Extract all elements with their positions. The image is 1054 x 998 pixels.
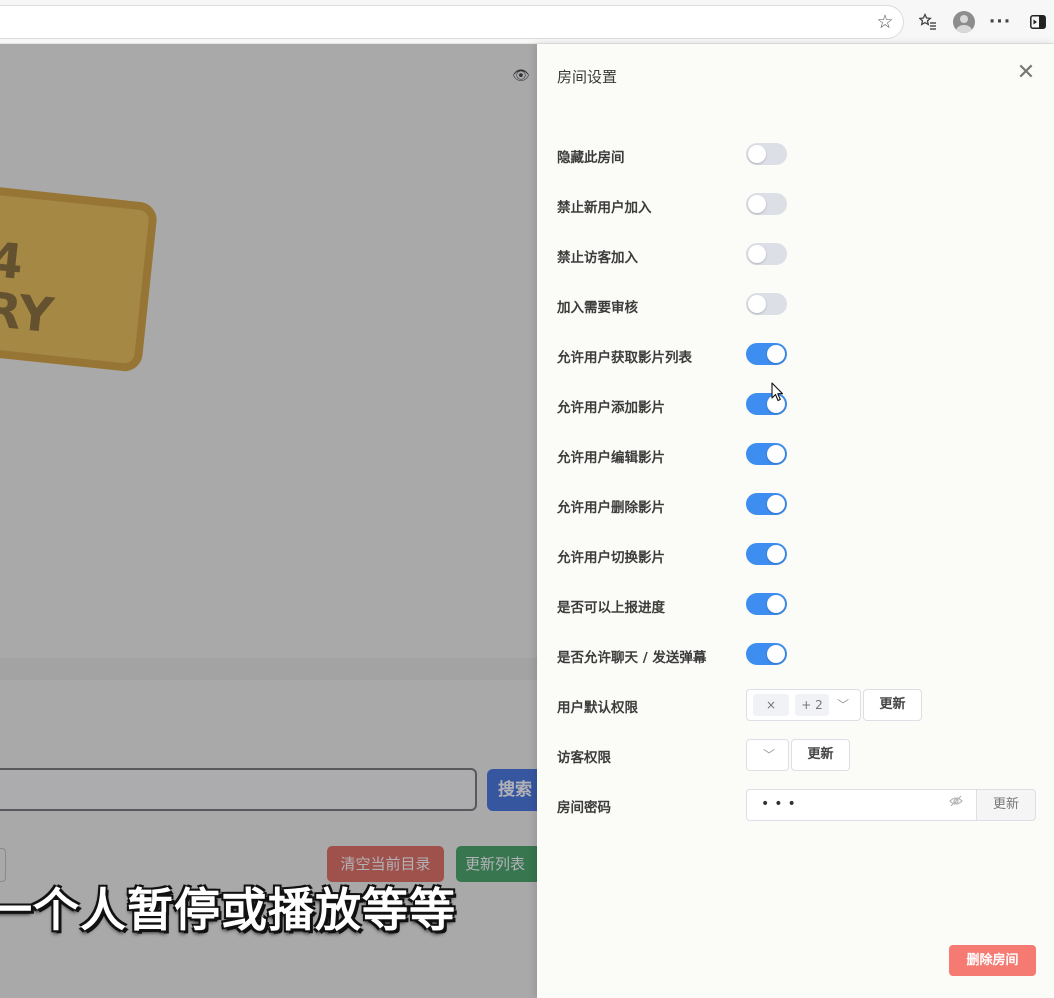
setting-label: 允许用户获取影片列表 xyxy=(557,350,692,366)
toggle-switch[interactable] xyxy=(746,343,787,365)
toggle-switch[interactable] xyxy=(746,643,787,665)
password-value: ••• xyxy=(761,796,801,812)
update-password-button[interactable]: 更新 xyxy=(976,789,1036,821)
video-subtitle: 一个人暂停或播放等等 xyxy=(0,883,456,937)
setting-row: 允许用户删除影片 xyxy=(557,480,1037,530)
eye-slash-icon[interactable] xyxy=(949,795,963,811)
background-page: 👁 4 RY 搜索 清空当前目录 更新列表 一个人暂停或播放等等 xyxy=(0,44,537,998)
setting-row: 允许用户添加影片 xyxy=(557,380,1037,430)
setting-row: 禁止访客加入 xyxy=(557,230,1037,280)
setting-label: 房间密码 xyxy=(557,800,611,816)
update-user-permission-button[interactable]: 更新 xyxy=(863,689,922,721)
setting-label: 是否允许聊天 / 发送弹幕 xyxy=(557,650,707,666)
guest-permission-select[interactable]: ﹀ xyxy=(746,739,789,771)
setting-row: 是否允许聊天 / 发送弹幕 xyxy=(557,630,1037,680)
setting-label: 允许用户添加影片 xyxy=(557,400,665,416)
toggle-switch[interactable] xyxy=(746,143,787,165)
toggle-switch[interactable] xyxy=(746,543,787,565)
setting-row: 允许用户获取影片列表 xyxy=(557,330,1037,380)
more-tags-badge: + 2 xyxy=(795,694,829,716)
chevron-down-icon: ﹀ xyxy=(836,698,849,712)
toggle-switch[interactable] xyxy=(746,193,787,215)
guest-permission-row: 访客权限 ﹀ 更新 xyxy=(557,730,1037,780)
toggle-switch[interactable] xyxy=(746,593,787,615)
setting-row: 加入需要审核 xyxy=(557,280,1037,330)
favorites-icon[interactable] xyxy=(915,9,941,35)
profile-avatar-icon[interactable] xyxy=(951,9,977,35)
sidebar-toggle-icon[interactable] xyxy=(1025,9,1051,35)
mouse-cursor-icon xyxy=(771,382,784,402)
more-icon[interactable]: ··· xyxy=(987,9,1013,35)
setting-label: 允许用户删除影片 xyxy=(557,500,665,516)
tag-remove-icon[interactable]: × xyxy=(753,694,789,716)
setting-row: 禁止新用户加入 xyxy=(557,180,1037,230)
setting-label: 加入需要审核 xyxy=(557,300,638,316)
toggle-switch[interactable] xyxy=(746,243,787,265)
setting-label: 禁止新用户加入 xyxy=(557,200,652,216)
toggle-switch[interactable] xyxy=(746,493,787,515)
setting-row: 是否可以上报进度 xyxy=(557,580,1037,630)
setting-label: 用户默认权限 xyxy=(557,700,638,716)
setting-row: 隐藏此房间 xyxy=(557,130,1037,180)
toggle-switch[interactable] xyxy=(746,293,787,315)
star-icon[interactable]: ☆ xyxy=(872,9,898,35)
address-bar[interactable] xyxy=(0,5,904,39)
user-permission-select[interactable]: × + 2 ﹀ xyxy=(746,689,861,721)
toggle-switch[interactable] xyxy=(746,443,787,465)
modal-overlay[interactable] xyxy=(0,44,537,998)
setting-label: 允许用户切换影片 xyxy=(557,550,665,566)
setting-label: 是否可以上报进度 xyxy=(557,600,665,616)
chevron-down-icon: ﹀ xyxy=(762,748,775,762)
setting-label: 禁止访客加入 xyxy=(557,250,638,266)
update-guest-permission-button[interactable]: 更新 xyxy=(791,739,850,771)
delete-room-button[interactable]: 删除房间 xyxy=(949,945,1036,976)
user-permission-row: 用户默认权限 × + 2 ﹀ 更新 xyxy=(557,680,1037,730)
setting-label: 隐藏此房间 xyxy=(557,150,625,166)
setting-row: 允许用户编辑影片 xyxy=(557,430,1037,480)
setting-row: 允许用户切换影片 xyxy=(557,530,1037,580)
setting-label: 允许用户编辑影片 xyxy=(557,450,665,466)
room-password-row: 房间密码 ••• 更新 xyxy=(557,780,1037,830)
browser-toolbar: ☆ ··· xyxy=(0,0,1054,44)
setting-label: 访客权限 xyxy=(557,750,611,766)
close-icon[interactable]: ✕ xyxy=(1015,62,1037,84)
drawer-title: 房间设置 xyxy=(557,68,618,86)
room-settings-drawer: 房间设置 ✕ 隐藏此房间 禁止新用户加入 禁止访客加入 加入需要审核 允许用户获… xyxy=(537,44,1054,998)
room-password-input[interactable]: ••• xyxy=(746,789,976,821)
